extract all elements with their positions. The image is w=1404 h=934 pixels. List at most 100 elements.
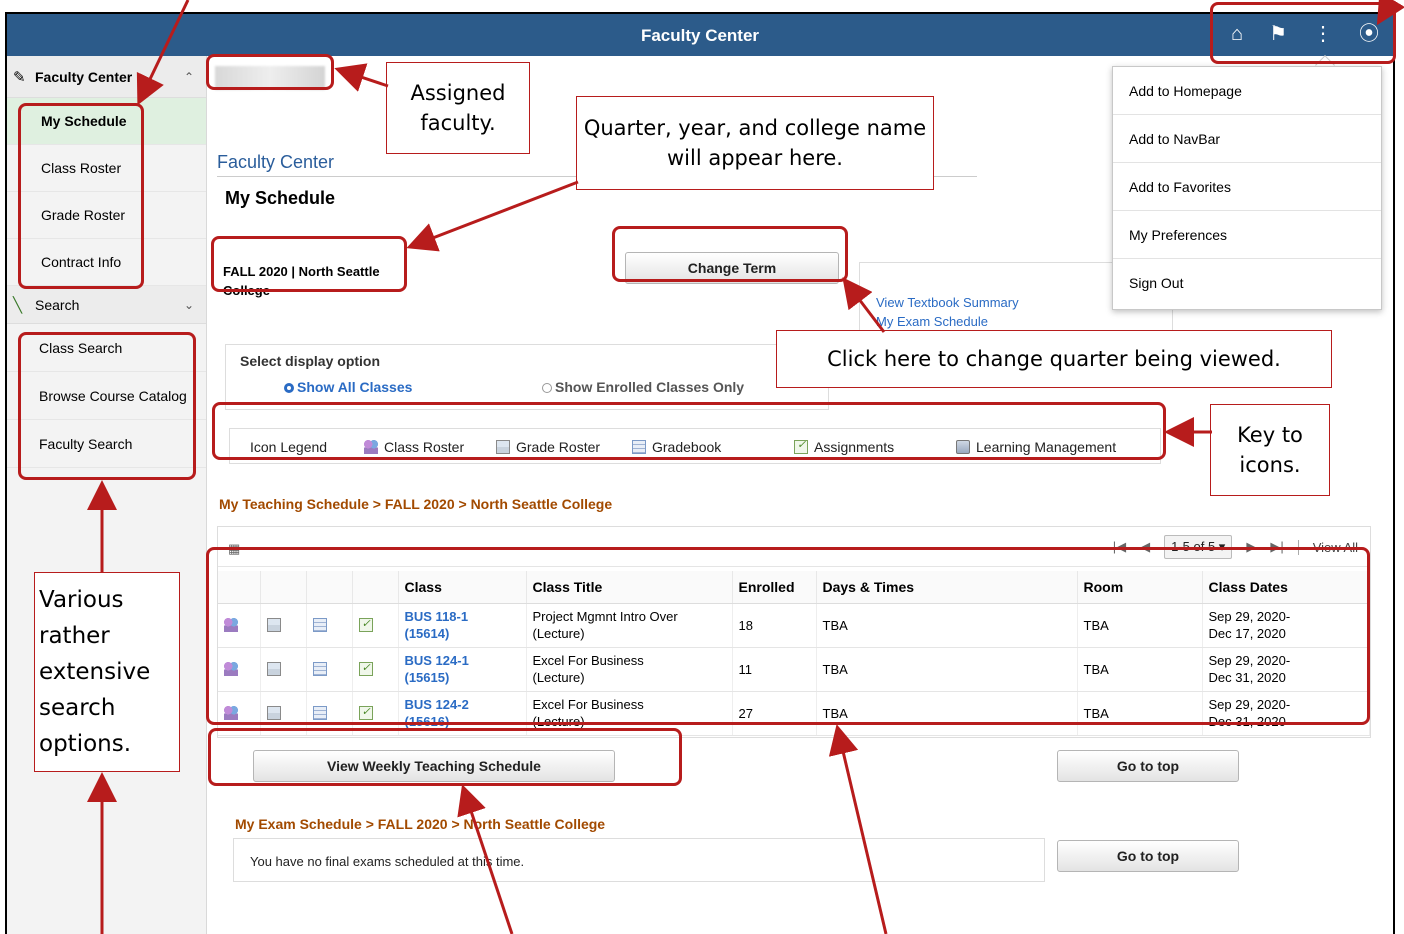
row-class-roster-cell[interactable] (218, 603, 261, 648)
view-all-link[interactable]: View All (1297, 539, 1358, 555)
row-days-cell: TBA (816, 691, 1078, 736)
row-class-roster-cell[interactable] (218, 691, 261, 736)
class-roster-icon[interactable] (224, 661, 238, 676)
menu-item-sign-out[interactable]: Sign Out (1113, 259, 1381, 307)
gradebook-icon[interactable] (312, 705, 327, 720)
page-range-value: 1-5 of 5 (1171, 539, 1216, 554)
banner-title: Faculty Center (640, 26, 760, 45)
first-page-icon[interactable]: |◀ (1113, 539, 1126, 555)
actions-menu: Add to Homepage Add to NavBar Add to Fav… (1112, 66, 1382, 310)
date-start: Sep 29, 2020- (1208, 697, 1291, 712)
sidebar-item-contract-info[interactable]: Contract Info (7, 239, 206, 286)
my-exam-schedule-link[interactable]: My Exam Schedule (876, 314, 988, 329)
row-class-cell[interactable]: BUS 124-1 (15615) (398, 647, 527, 692)
sidebar-item-label: Faculty Search (39, 435, 133, 452)
row-room-cell: TBA (1077, 647, 1203, 692)
gradebook-icon[interactable] (312, 617, 327, 632)
date-start: Sep 29, 2020- (1208, 653, 1291, 668)
class-roster-icon[interactable] (224, 617, 238, 632)
menu-item-add-to-favorites[interactable]: Add to Favorites (1113, 163, 1381, 211)
row-grade-roster-cell[interactable] (260, 647, 307, 692)
menu-item-add-to-navbar[interactable]: Add to NavBar (1113, 115, 1381, 163)
row-assignments-cell[interactable] (352, 647, 399, 692)
page-range-select[interactable]: 1-5 of 5 ▾ (1164, 535, 1233, 559)
last-page-icon[interactable]: ▶| (1270, 539, 1283, 555)
row-title-cell: Project Mgmnt Intro Over (Lecture) (526, 603, 733, 648)
callout-assigned-faculty: Assigned faculty. (386, 62, 530, 154)
gradebook-icon[interactable] (312, 661, 327, 676)
sidebar-group-title: Faculty Center (35, 68, 133, 85)
row-class-roster-cell[interactable] (218, 647, 261, 692)
class-roster-icon[interactable] (224, 705, 238, 720)
class-link[interactable]: BUS 124-1 (405, 653, 469, 668)
grade-roster-icon[interactable] (266, 661, 281, 676)
teaching-schedule-title: My Teaching Schedule > FALL 2020 > North… (219, 496, 613, 512)
schedule-table: Class Class Title Enrolled Days & Times … (218, 571, 1370, 736)
sidebar-item-class-search[interactable]: Class Search (7, 324, 206, 372)
teaching-schedule-grid: ▦ |◀ ◀ 1-5 of 5 ▾ ▶ ▶| View All Class Cl… (217, 526, 1371, 738)
faculty-center-link[interactable]: Faculty Center (217, 152, 334, 173)
gradebook-icon (632, 440, 646, 454)
sidebar-item-faculty-search[interactable]: Faculty Search (7, 420, 206, 468)
sidebar-group-faculty-center[interactable]: ✎ Faculty Center ⌃ (7, 56, 206, 98)
legend-label: Gradebook (652, 439, 722, 455)
go-to-top-button[interactable]: Go to top (1057, 750, 1239, 782)
sidebar-group-search[interactable]: ╲ Search ⌄ (7, 286, 206, 324)
show-enrolled-only-radio[interactable]: Show Enrolled Classes Only (542, 379, 744, 395)
row-gradebook-cell[interactable] (306, 647, 353, 692)
row-class-cell[interactable]: BUS 124-2 (15616) (398, 691, 527, 736)
class-id[interactable]: (15616) (405, 714, 450, 729)
row-gradebook-cell[interactable] (306, 691, 353, 736)
change-term-button[interactable]: Change Term (625, 252, 839, 284)
view-textbook-summary-link[interactable]: View Textbook Summary (876, 295, 1019, 310)
class-id[interactable]: (15614) (405, 626, 450, 641)
home-icon[interactable]: ⌂ (1231, 22, 1243, 46)
sidebar-group-title: Search (35, 296, 80, 313)
compass-icon[interactable]: ⦿ (1359, 22, 1379, 46)
radio-unselected-icon[interactable] (542, 383, 552, 393)
row-grade-roster-cell[interactable] (260, 691, 307, 736)
previous-page-icon[interactable]: ◀ (1140, 539, 1150, 555)
grade-roster-icon (496, 440, 510, 454)
radio-selected-icon[interactable] (284, 383, 294, 393)
assignments-icon[interactable] (358, 704, 373, 721)
class-title-type: (Lecture) (532, 626, 585, 641)
sidebar-item-browse-course-catalog[interactable]: Browse Course Catalog (7, 372, 206, 420)
go-to-top-button-2[interactable]: Go to top (1057, 840, 1239, 872)
row-gradebook-cell[interactable] (306, 603, 353, 648)
next-page-icon[interactable]: ▶ (1246, 539, 1256, 555)
personalize-grid-icon[interactable]: ▦ (228, 541, 240, 557)
chevron-down-icon[interactable]: ⌄ (184, 298, 194, 312)
class-title-type: (Lecture) (532, 670, 585, 685)
assignments-icon[interactable] (358, 616, 373, 633)
menu-item-my-preferences[interactable]: My Preferences (1113, 211, 1381, 259)
row-assignments-cell[interactable] (352, 691, 399, 736)
class-link[interactable]: BUS 124-2 (405, 697, 469, 712)
class-link[interactable]: BUS 118-1 (405, 609, 469, 624)
class-id[interactable]: (15615) (405, 670, 450, 685)
menu-item-add-to-homepage[interactable]: Add to Homepage (1113, 67, 1381, 115)
more-vertical-icon[interactable]: ⋮ (1313, 22, 1333, 46)
row-class-cell[interactable]: BUS 118-1 (15614) (398, 603, 527, 648)
sidebar-item-class-roster[interactable]: Class Roster (7, 145, 206, 192)
row-grade-roster-cell[interactable] (260, 603, 307, 648)
grade-roster-icon[interactable] (266, 705, 281, 720)
row-dates-cell: Sep 29, 2020- Dec 31, 2020 (1202, 647, 1370, 692)
sidebar-item-my-schedule[interactable]: My Schedule (7, 98, 206, 145)
row-enrolled-cell: 27 (732, 691, 817, 736)
legend-class-roster: Class Roster (364, 439, 464, 455)
assignments-icon[interactable] (358, 660, 373, 677)
term-name: FALL 2020 | North Seattle College (223, 264, 380, 298)
header-icon-col (306, 571, 353, 604)
row-assignments-cell[interactable] (352, 603, 399, 648)
faculty-center-icon: ✎ (13, 68, 26, 86)
show-all-classes-radio[interactable]: Show All Classes (284, 379, 412, 395)
legend-label: Learning Management (976, 439, 1117, 455)
header-icon-col (352, 571, 399, 604)
flag-icon[interactable]: ⚑ (1269, 22, 1287, 46)
grade-roster-icon[interactable] (266, 617, 281, 632)
chevron-up-icon[interactable]: ⌃ (184, 70, 194, 84)
view-weekly-teaching-schedule-button[interactable]: View Weekly Teaching Schedule (253, 750, 615, 782)
header-days-times: Days & Times (816, 571, 1078, 604)
sidebar-item-grade-roster[interactable]: Grade Roster (7, 192, 206, 239)
